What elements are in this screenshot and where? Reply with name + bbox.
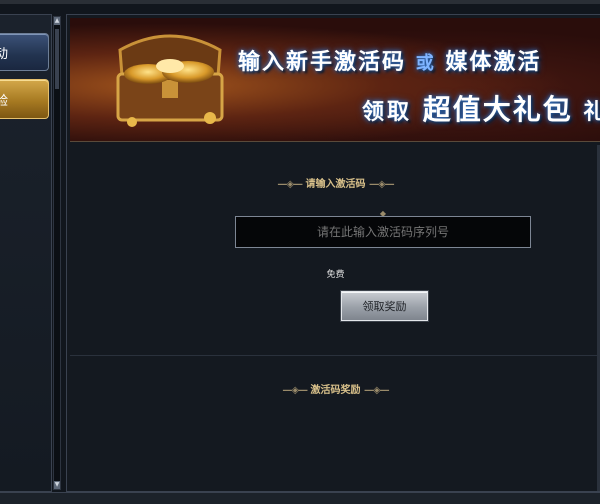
activation-panel: 输入新手激活码 或 媒体激活 领取 超值大礼包 礼 —◈— 请输入激活码 —◈—… <box>66 14 600 492</box>
sidebar-tab-2-selected[interactable]: 验 <box>0 79 49 119</box>
title-ornament-left-icon: —◈— <box>277 179 303 190</box>
bottom-frame <box>0 492 600 504</box>
title-ornament-left-icon: —◈— <box>282 385 308 396</box>
claim-reward-button[interactable]: 领取奖励 <box>341 291 428 321</box>
sidebar-tab-1[interactable]: 动 <box>0 33 49 71</box>
sidebar-scrollbar[interactable]: ▲ ▼ <box>53 16 61 490</box>
banner-text-5: 礼 <box>583 99 600 125</box>
banner-text-2: 媒体激活 <box>445 49 542 75</box>
banner-headline: 输入新手激活码 或 媒体激活 <box>238 44 541 76</box>
activation-content: —◈— 请输入激活码 —◈— ◆ 免费 领取奖励 —◈— 激活码奖励 —◈— <box>70 145 600 491</box>
game-window: 动 验 ▲ ▼ <box>0 0 600 504</box>
sidebar: 动 验 <box>0 14 52 492</box>
free-label: 免费 <box>326 270 345 280</box>
banner-or: 或 <box>415 53 436 74</box>
banner-text-1: 输入新手激活码 <box>238 49 407 75</box>
activation-title-text: 请输入激活码 <box>305 179 366 190</box>
title-ornament-right-icon: —◈— <box>368 179 395 190</box>
rewards-title-text: 激活码奖励 <box>310 385 361 396</box>
activation-code-input[interactable] <box>235 216 531 248</box>
sidebar-tab-2-label: 验 <box>0 90 8 109</box>
promo-banner: 输入新手激活码 或 媒体激活 领取 超值大礼包 礼 <box>70 18 600 142</box>
scroll-down-icon[interactable]: ▼ <box>54 481 60 489</box>
scroll-thumb[interactable] <box>55 29 59 89</box>
banner-text-3: 领取 <box>362 99 413 125</box>
rewards-section-title: —◈— 激活码奖励 —◈— <box>70 381 600 396</box>
treasure-chest-icon <box>116 34 224 127</box>
sidebar-tab-1-label: 动 <box>0 43 8 62</box>
activation-section-title: —◈— 请输入激活码 —◈— <box>70 175 600 190</box>
title-ornament-right-icon: —◈— <box>363 385 390 396</box>
banner-text-4: 超值大礼包 <box>422 93 573 126</box>
section-divider <box>70 355 600 356</box>
banner-subheadline: 领取 超值大礼包 礼 <box>362 88 600 128</box>
scroll-up-icon[interactable]: ▲ <box>54 17 60 25</box>
